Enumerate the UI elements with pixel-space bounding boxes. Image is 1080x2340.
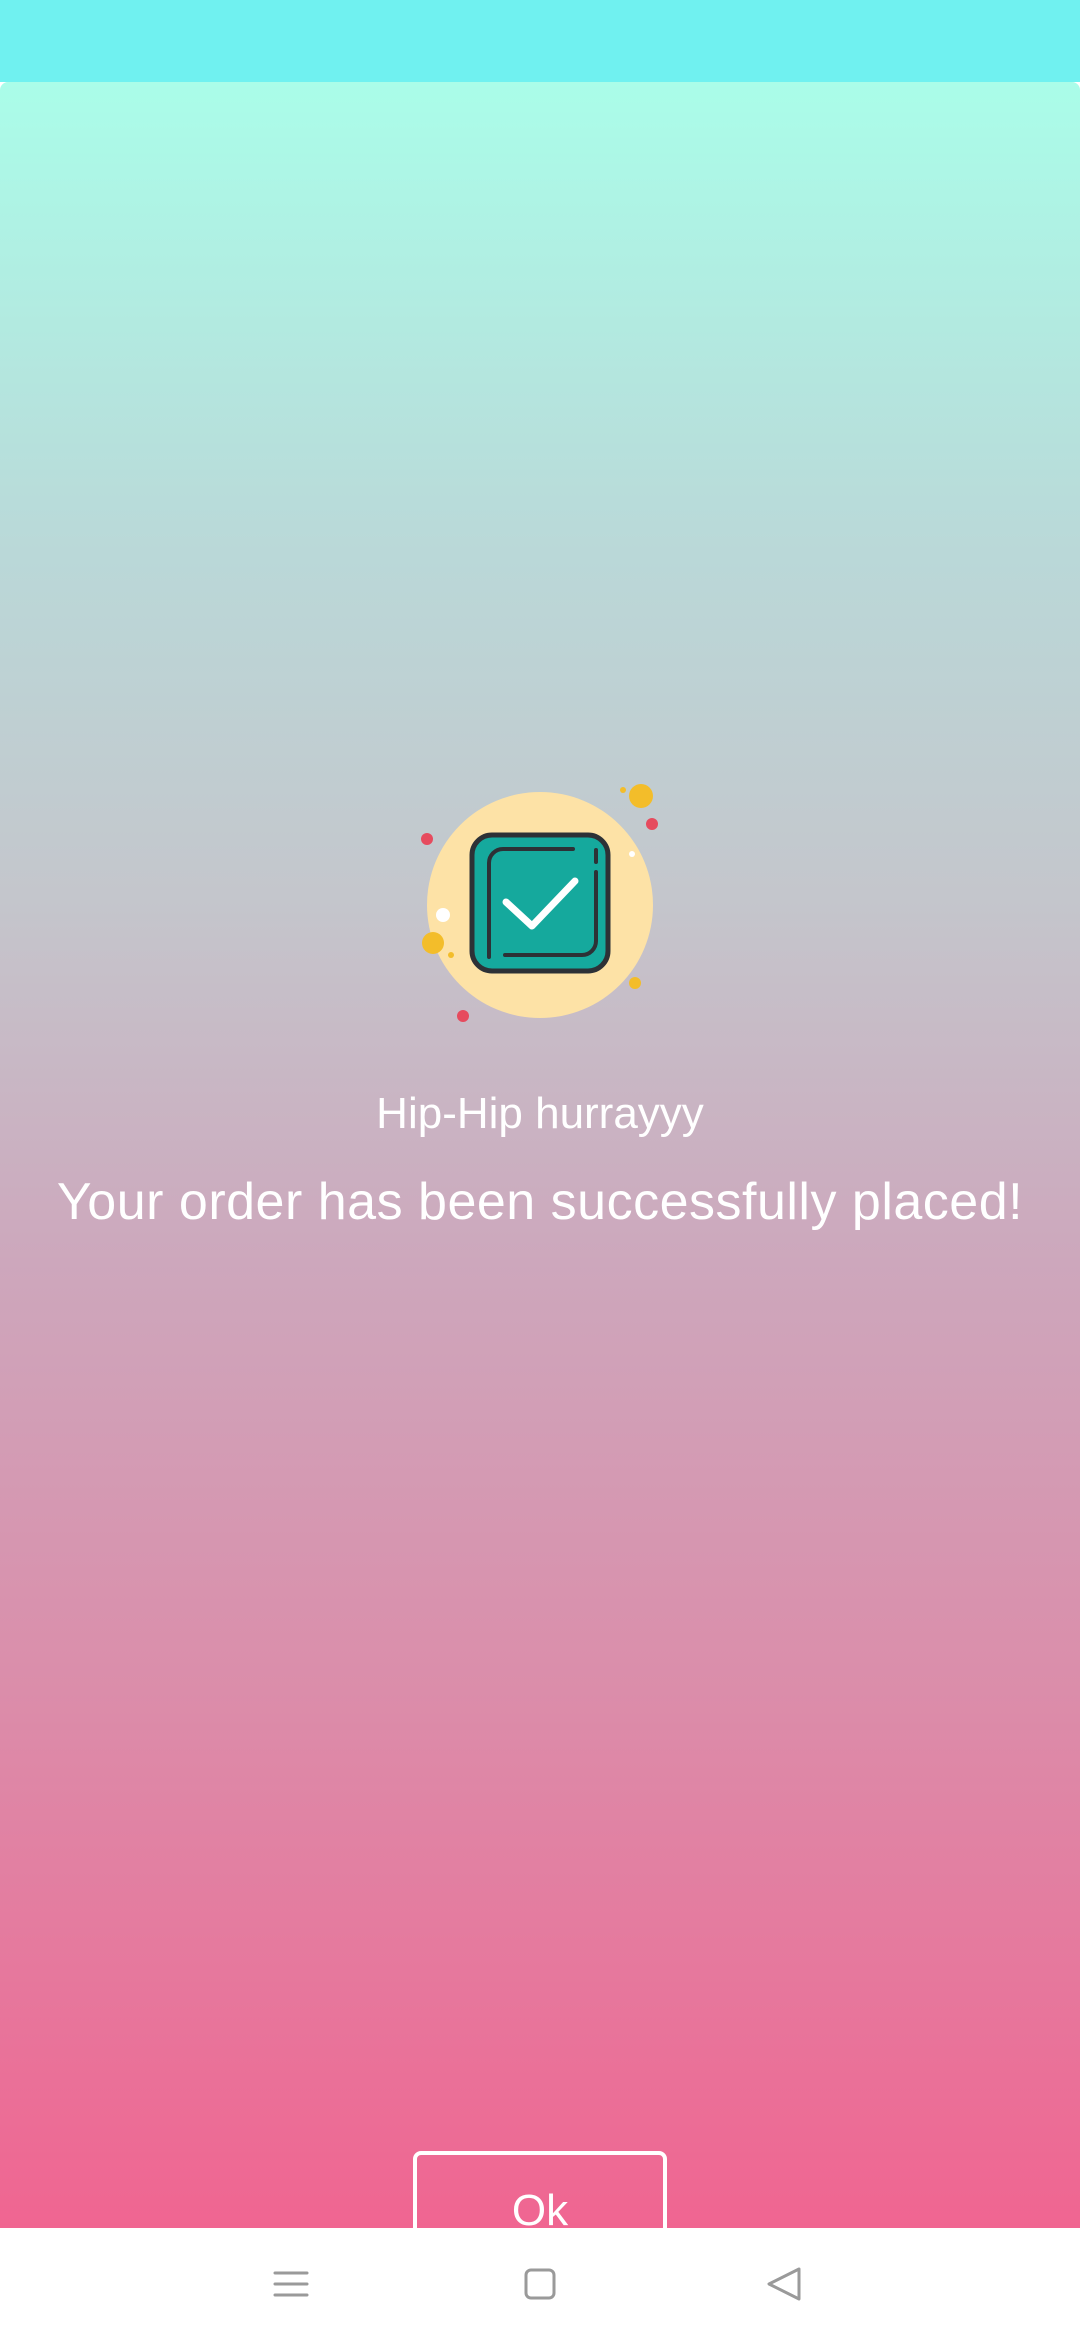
status-bar [0,0,1080,82]
back-triangle-icon[interactable] [754,2254,814,2314]
order-success-screen: Hip-Hip hurrayyy Your order has been suc… [0,82,1080,2271]
success-message: Your order has been successfully placed! [56,1173,1024,1231]
system-nav-bar [0,2228,1080,2340]
success-title: Hip-Hip hurrayyy [376,1089,704,1138]
menu-icon[interactable] [261,2254,321,2314]
checkbox-check-icon [421,784,658,1022]
home-square-icon[interactable] [510,2254,570,2314]
